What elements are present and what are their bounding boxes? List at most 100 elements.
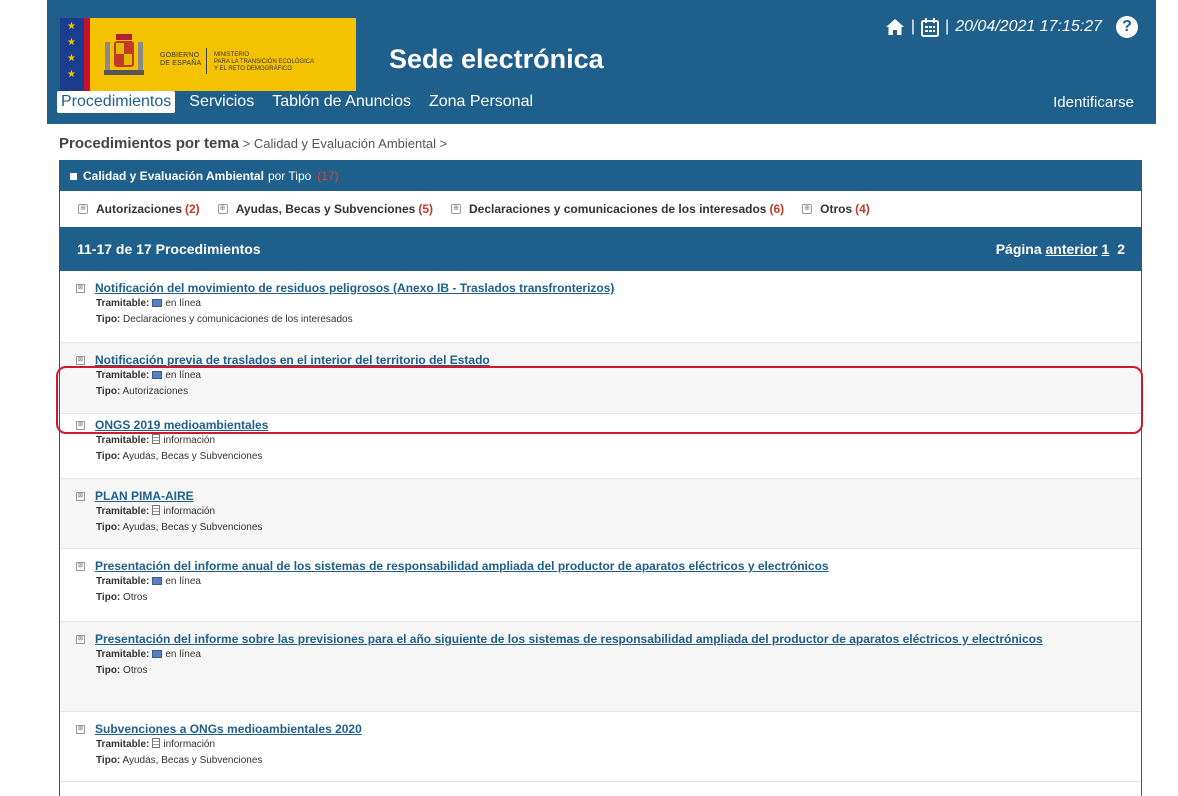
list-item: ⊠ Subvenciones a ONGs medioambientales 20… <box>60 712 1141 782</box>
procedure-list: ⊠ Notificación del movimiento de residuos… <box>60 271 1141 782</box>
procedure-title-link[interactable]: Presentación del informe sobre las previ… <box>95 632 1043 647</box>
filter-otros[interactable]: ⊕ Otros (4) <box>802 202 870 216</box>
procedure-title-link[interactable]: Notificación previa de traslados en el i… <box>95 353 490 368</box>
expand-icon: ⊕ <box>217 204 228 214</box>
star-icon: ★ <box>67 21 76 32</box>
filter-label: Declaraciones y comunicaciones de los in… <box>469 202 767 216</box>
list-item: ⊠ ONGS 2019 medioambientales Tramitable: i… <box>60 414 1141 479</box>
filter-ayudas[interactable]: ⊕ Ayudas, Becas y Subvenciones (5) <box>217 202 433 216</box>
type-panel-count: (17) <box>317 169 339 183</box>
bullet-icon: ⊠ <box>76 635 85 644</box>
list-header: 11-17 de 17 Procedimientos Página anteri… <box>60 227 1141 271</box>
previous-page-link[interactable]: anterior <box>1046 241 1098 257</box>
logo-divider <box>206 48 207 74</box>
nav-zona-personal[interactable]: Zona Personal <box>425 91 537 113</box>
list-item: ⊠ Notificación previa de traslados en el … <box>60 343 1141 414</box>
tipo-label: Tipo: <box>96 522 121 533</box>
computer-icon <box>152 577 163 585</box>
nav-servicios[interactable]: Servicios <box>185 91 258 113</box>
tipo-label: Tipo: <box>96 314 121 325</box>
ministry-name: MINISTERIO PARA LA TRANSICIÓN ECOLÓGICA … <box>214 52 314 73</box>
computer-icon <box>152 371 163 379</box>
list-item: ⊠ Presentación del informe sobre las prev… <box>60 622 1141 712</box>
expand-icon: ⊕ <box>451 204 461 214</box>
breadcrumb-root[interactable]: Procedimientos por tema <box>59 135 239 152</box>
tramitable-label: Tramitable: <box>96 649 150 660</box>
calendar-icon[interactable] <box>921 17 940 37</box>
type-filters: ⊕ Autorizaciones (2) ⊕ Ayudas, Becas y S… <box>60 191 1141 227</box>
results-summary: 11-17 de 17 Procedimientos <box>77 241 261 257</box>
procedure-title-link[interactable]: Subvenciones a ONGs medioambientales 202… <box>95 722 362 737</box>
bullet-icon: ⊠ <box>76 284 85 293</box>
government-logo[interactable]: ★ ★ ★ ★ GOBIERNO DE ESPAÑA MINISTERIO PA… <box>60 18 356 91</box>
document-icon <box>152 434 161 444</box>
star-icon: ★ <box>67 69 76 80</box>
ministry-line: MINISTERIO <box>214 52 250 58</box>
tipo-label: Tipo: <box>96 386 121 397</box>
separator: | <box>945 18 950 35</box>
type-panel-title: Calidad y Evaluación Ambiental <box>83 169 264 183</box>
gov-line: GOBIERNO <box>160 52 200 59</box>
breadcrumb-trail[interactable]: > Calidad y Evaluación Ambiental > <box>239 136 448 151</box>
gov-line: DE ESPAÑA <box>160 60 202 67</box>
procedure-title-link[interactable]: Presentación del informe anual de los si… <box>95 559 829 574</box>
tramitable-value: en línea <box>165 298 201 309</box>
nav-procedimientos[interactable]: Procedimientos <box>57 91 176 113</box>
nav-tablon-anuncios[interactable]: Tablón de Anuncios <box>268 91 415 113</box>
header-tools: | | 20/04/2021 17:15:27 ? <box>885 12 1138 42</box>
tipo-value: Otros <box>123 592 148 603</box>
tipo-label: Tipo: <box>96 592 121 603</box>
page-1-link[interactable]: 1 <box>1102 241 1110 257</box>
main-nav: Procedimientos Servicios Tablón de Anunc… <box>57 91 547 113</box>
tramitable-value: en línea <box>165 576 201 587</box>
type-panel-suffix: por Tipo <box>267 169 312 183</box>
help-icon[interactable]: ? <box>1116 16 1138 38</box>
page-2-current: 2 <box>1117 241 1125 257</box>
tipo-value: Autorizaciones <box>122 386 189 397</box>
bullet-icon: ⊠ <box>76 356 85 365</box>
tramitable-label: Tramitable: <box>96 298 150 309</box>
filter-label: Otros <box>820 202 853 216</box>
breadcrumb: Procedimientos por tema > Calidad y Eval… <box>59 135 447 152</box>
tipo-value: Ayudas, Becas y Subvenciones <box>122 755 263 766</box>
tramitable-label: Tramitable: <box>96 576 150 587</box>
tramitable-value: información <box>163 506 216 517</box>
tramitable-label: Tramitable: <box>96 506 150 517</box>
filter-declaraciones[interactable]: ⊕ Declaraciones y comunicaciones de los … <box>451 202 784 216</box>
gov-name: GOBIERNO DE ESPAÑA <box>160 52 201 68</box>
computer-icon <box>152 650 163 658</box>
tramitable-value: en línea <box>165 649 201 660</box>
tipo-label: Tipo: <box>96 755 121 766</box>
filter-count: (6) <box>769 202 785 216</box>
tramitable-value: en línea <box>165 370 201 381</box>
filter-label: Autorizaciones <box>96 202 183 216</box>
bullet-icon: ⊠ <box>76 421 85 430</box>
coat-of-arms-icon <box>104 34 144 75</box>
tramitable-label: Tramitable: <box>96 435 150 446</box>
tramitable-value: información <box>163 739 216 750</box>
procedures-panel: Calidad y Evaluación Ambiental por Tipo … <box>59 160 1142 796</box>
filter-label: Ayudas, Becas y Subvenciones <box>235 202 416 216</box>
tipo-value: Ayudas, Becas y Subvenciones <box>122 451 263 462</box>
procedure-title-link[interactable]: ONGS 2019 medioambientales <box>95 418 268 433</box>
document-icon <box>152 738 161 748</box>
pagination: Página anterior 1 2 <box>992 241 1125 257</box>
expand-icon: ⊕ <box>78 204 88 214</box>
site-title[interactable]: Sede electrónica <box>389 44 604 75</box>
page-label: Página <box>995 241 1042 257</box>
star-icon: ★ <box>67 53 76 64</box>
login-link[interactable]: Identificarse <box>1053 94 1134 111</box>
computer-icon <box>152 299 163 307</box>
ministry-line: PARA LA TRANSICIÓN ECOLÓGICA <box>214 59 315 65</box>
filter-count: (4) <box>855 202 870 216</box>
bullet-icon: ⊠ <box>76 492 85 501</box>
tipo-label: Tipo: <box>96 451 121 462</box>
procedure-title-link[interactable]: Notificación del movimiento de residuos … <box>95 281 614 296</box>
home-icon[interactable] <box>885 18 905 36</box>
list-item: ⊠ Presentación del informe anual de los s… <box>60 549 1141 622</box>
filter-count: (5) <box>418 202 433 216</box>
procedure-title-link[interactable]: PLAN PIMA-AIRE <box>95 489 194 504</box>
flag-stripe <box>84 18 90 91</box>
eu-flag: ★ ★ ★ ★ <box>60 18 84 91</box>
filter-autorizaciones[interactable]: ⊕ Autorizaciones (2) <box>78 202 200 216</box>
